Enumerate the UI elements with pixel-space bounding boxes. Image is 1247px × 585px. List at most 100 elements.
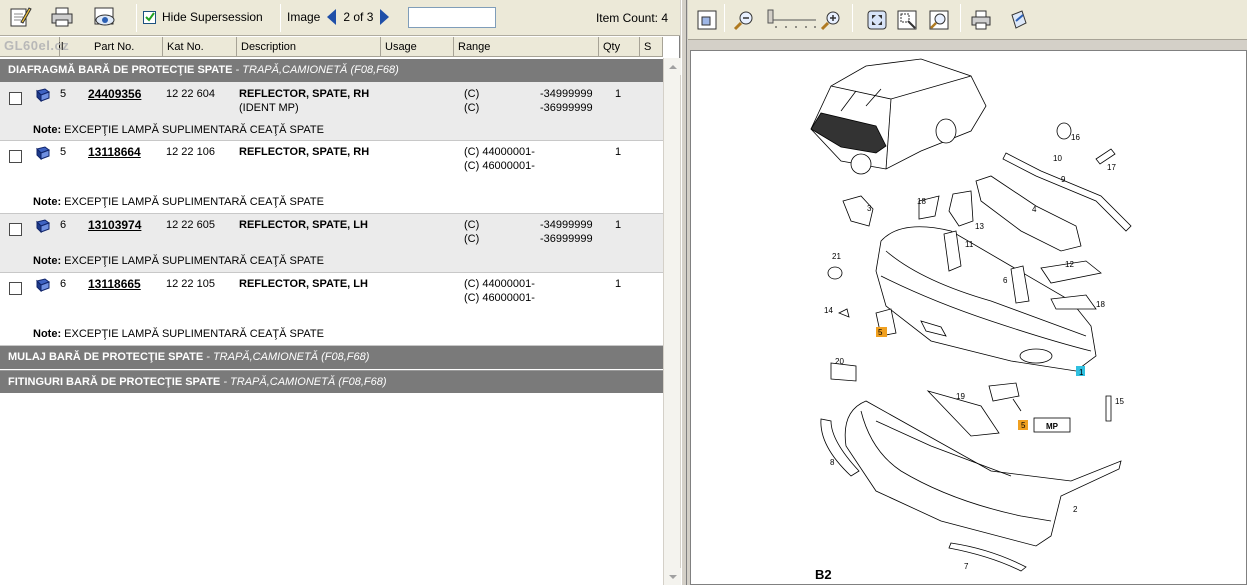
callout-11: 11	[965, 240, 974, 249]
table-row[interactable]: 6 13103974 12 22 605 REFLECTOR, SPATE, L…	[0, 214, 663, 273]
checkmark-icon	[144, 12, 155, 22]
callout-14: 14	[824, 306, 833, 315]
callout-15: 15	[1115, 397, 1124, 406]
part-number-link[interactable]: 13103974	[88, 218, 141, 232]
column-header-range[interactable]: Range	[454, 37, 599, 57]
zoom-out-icon	[733, 11, 753, 31]
print-diagram-button[interactable]	[968, 7, 994, 33]
book-icon[interactable]	[35, 219, 51, 233]
book-icon[interactable]	[35, 88, 51, 102]
printer-icon	[51, 7, 73, 27]
export-button[interactable]	[1006, 7, 1032, 33]
image-search-input[interactable]	[408, 7, 496, 28]
callout-19: 19	[956, 392, 965, 401]
preview-button[interactable]	[91, 4, 119, 30]
diagram-page-label: B2	[815, 567, 832, 582]
mp-label: MP	[1046, 422, 1059, 431]
book-icon[interactable]	[35, 278, 51, 292]
row-il: 6	[60, 278, 67, 290]
column-header-row: Il Part No. Kat No. Description Usage Ra…	[0, 37, 663, 57]
row-il: 5	[60, 146, 67, 158]
row-checkbox[interactable]	[9, 150, 22, 163]
scroll-down-button[interactable]	[664, 568, 681, 585]
row-qty: 1	[615, 219, 622, 231]
zoom-slider-track	[767, 9, 816, 28]
toolbar-separator	[724, 4, 725, 32]
callout-5: 5	[878, 328, 883, 337]
item-count: Item Count: 4	[595, 11, 668, 25]
group-header[interactable]: MULAJ BARĂ DE PROTECŢIE SPATE - TRAPĂ,CA…	[0, 346, 663, 369]
row-description: REFLECTOR, SPATE, LH	[239, 278, 368, 290]
row-note: Note: EXCEPŢIE LAMPĂ SUPLIMENTARĂ CEAŢĂ …	[33, 328, 324, 340]
row-qty: 1	[615, 278, 622, 290]
column-header-kat-no[interactable]: Kat No.	[163, 37, 237, 57]
row-range-prefix: (C) 44000001-	[464, 278, 535, 290]
group-header[interactable]: FITINGURI BARĂ DE PROTECŢIE SPATE - TRAP…	[0, 370, 663, 393]
watermark: GL60el.cz	[4, 38, 70, 53]
row-checkbox[interactable]	[9, 223, 22, 236]
column-header-part-no[interactable]: Part No.	[60, 37, 163, 57]
row-range-value: -34999999	[540, 88, 593, 100]
part-number-link[interactable]: 13118665	[88, 277, 141, 291]
fit-page-button[interactable]	[694, 7, 720, 33]
row-kat-no: 12 22 604	[166, 88, 215, 100]
previous-image-icon[interactable]	[327, 9, 337, 25]
callout-4: 4	[1032, 205, 1037, 214]
print-list-button[interactable]	[48, 4, 76, 30]
part-number-link[interactable]: 24409356	[88, 87, 141, 101]
table-row[interactable]: 5 24409356 12 22 604 REFLECTOR, SPATE, R…	[0, 82, 663, 141]
book-icon[interactable]	[35, 146, 51, 160]
hide-supersession-label: Hide Supersession	[162, 10, 263, 24]
hide-supersession-toggle[interactable]: Hide Supersession	[143, 9, 263, 25]
parts-list-scrollbar[interactable]	[663, 58, 681, 585]
fullscreen-icon	[867, 10, 887, 30]
zoom-window-button[interactable]	[894, 7, 920, 33]
row-description: REFLECTOR, SPATE, LH	[239, 219, 368, 231]
row-range-prefix: (C)	[464, 219, 480, 231]
callout-21: 21	[832, 252, 841, 261]
row-range-prefix: (C)	[464, 233, 480, 245]
table-row[interactable]: 5 13118664 12 22 106 REFLECTOR, SPATE, R…	[0, 141, 663, 214]
notepad-pencil-icon	[10, 7, 32, 27]
zoom-window-icon	[897, 10, 917, 30]
toolbar-separator	[136, 4, 137, 32]
column-header-usage[interactable]: Usage	[381, 37, 454, 57]
document-arrow-icon	[1011, 10, 1027, 29]
row-qty: 1	[615, 88, 622, 100]
row-note: Note: EXCEPŢIE LAMPĂ SUPLIMENTARĂ CEAŢĂ …	[33, 196, 324, 208]
pane-splitter[interactable]	[681, 0, 687, 585]
edit-notes-button[interactable]	[6, 4, 34, 30]
table-row[interactable]: 6 13118665 12 22 105 REFLECTOR, SPATE, L…	[0, 273, 663, 346]
group-header[interactable]: DIAFRAGMĂ BARĂ DE PROTECŢIE SPATE - TRAP…	[0, 59, 663, 82]
fullscreen-button[interactable]	[864, 7, 890, 33]
hide-supersession-checkbox[interactable]	[143, 10, 156, 24]
car-overview-illustration	[810, 58, 987, 175]
zoom-area-button[interactable]	[926, 7, 952, 33]
zoom-out-button[interactable]	[731, 7, 757, 33]
row-range-value: -36999999	[540, 233, 593, 245]
zoom-in-button[interactable]	[818, 7, 844, 33]
part-number-link[interactable]: 13118664	[88, 145, 141, 159]
image-navigator: Image 2 of 3	[287, 9, 390, 25]
column-header-description[interactable]: Description	[237, 37, 381, 57]
callout-2: 2	[1073, 505, 1078, 514]
column-header-s[interactable]: S	[640, 37, 663, 57]
row-checkbox[interactable]	[9, 92, 22, 105]
row-kat-no: 12 22 106	[166, 146, 215, 158]
row-range-value: -34999999	[540, 219, 593, 231]
row-description-extra: (IDENT MP)	[239, 102, 299, 114]
scroll-up-button[interactable]	[664, 58, 681, 75]
row-range-prefix: (C) 46000001-	[464, 160, 535, 172]
callout-3: 3	[867, 204, 872, 213]
row-range-prefix: (C) 46000001-	[464, 292, 535, 304]
row-note: Note: EXCEPŢIE LAMPĂ SUPLIMENTARĂ CEAŢĂ …	[33, 255, 324, 267]
parts-diagram[interactable]: 1 2 3 4 5 6 7 8 9 10 11 12 13 14 15 16 1…	[690, 50, 1247, 585]
eye-preview-icon	[94, 7, 115, 26]
next-image-icon[interactable]	[380, 9, 390, 25]
exploded-view-diagram: 1 2 3 4 5 6 7 8 9 10 11 12 13 14 15 16 1…	[810, 58, 1132, 582]
printer-icon	[971, 10, 991, 30]
zoom-slider[interactable]	[766, 8, 818, 32]
row-checkbox[interactable]	[9, 282, 22, 295]
column-header-qty[interactable]: Qty	[599, 37, 640, 57]
parts-list: DIAFRAGMĂ BARĂ DE PROTECŢIE SPATE - TRAP…	[0, 58, 663, 585]
